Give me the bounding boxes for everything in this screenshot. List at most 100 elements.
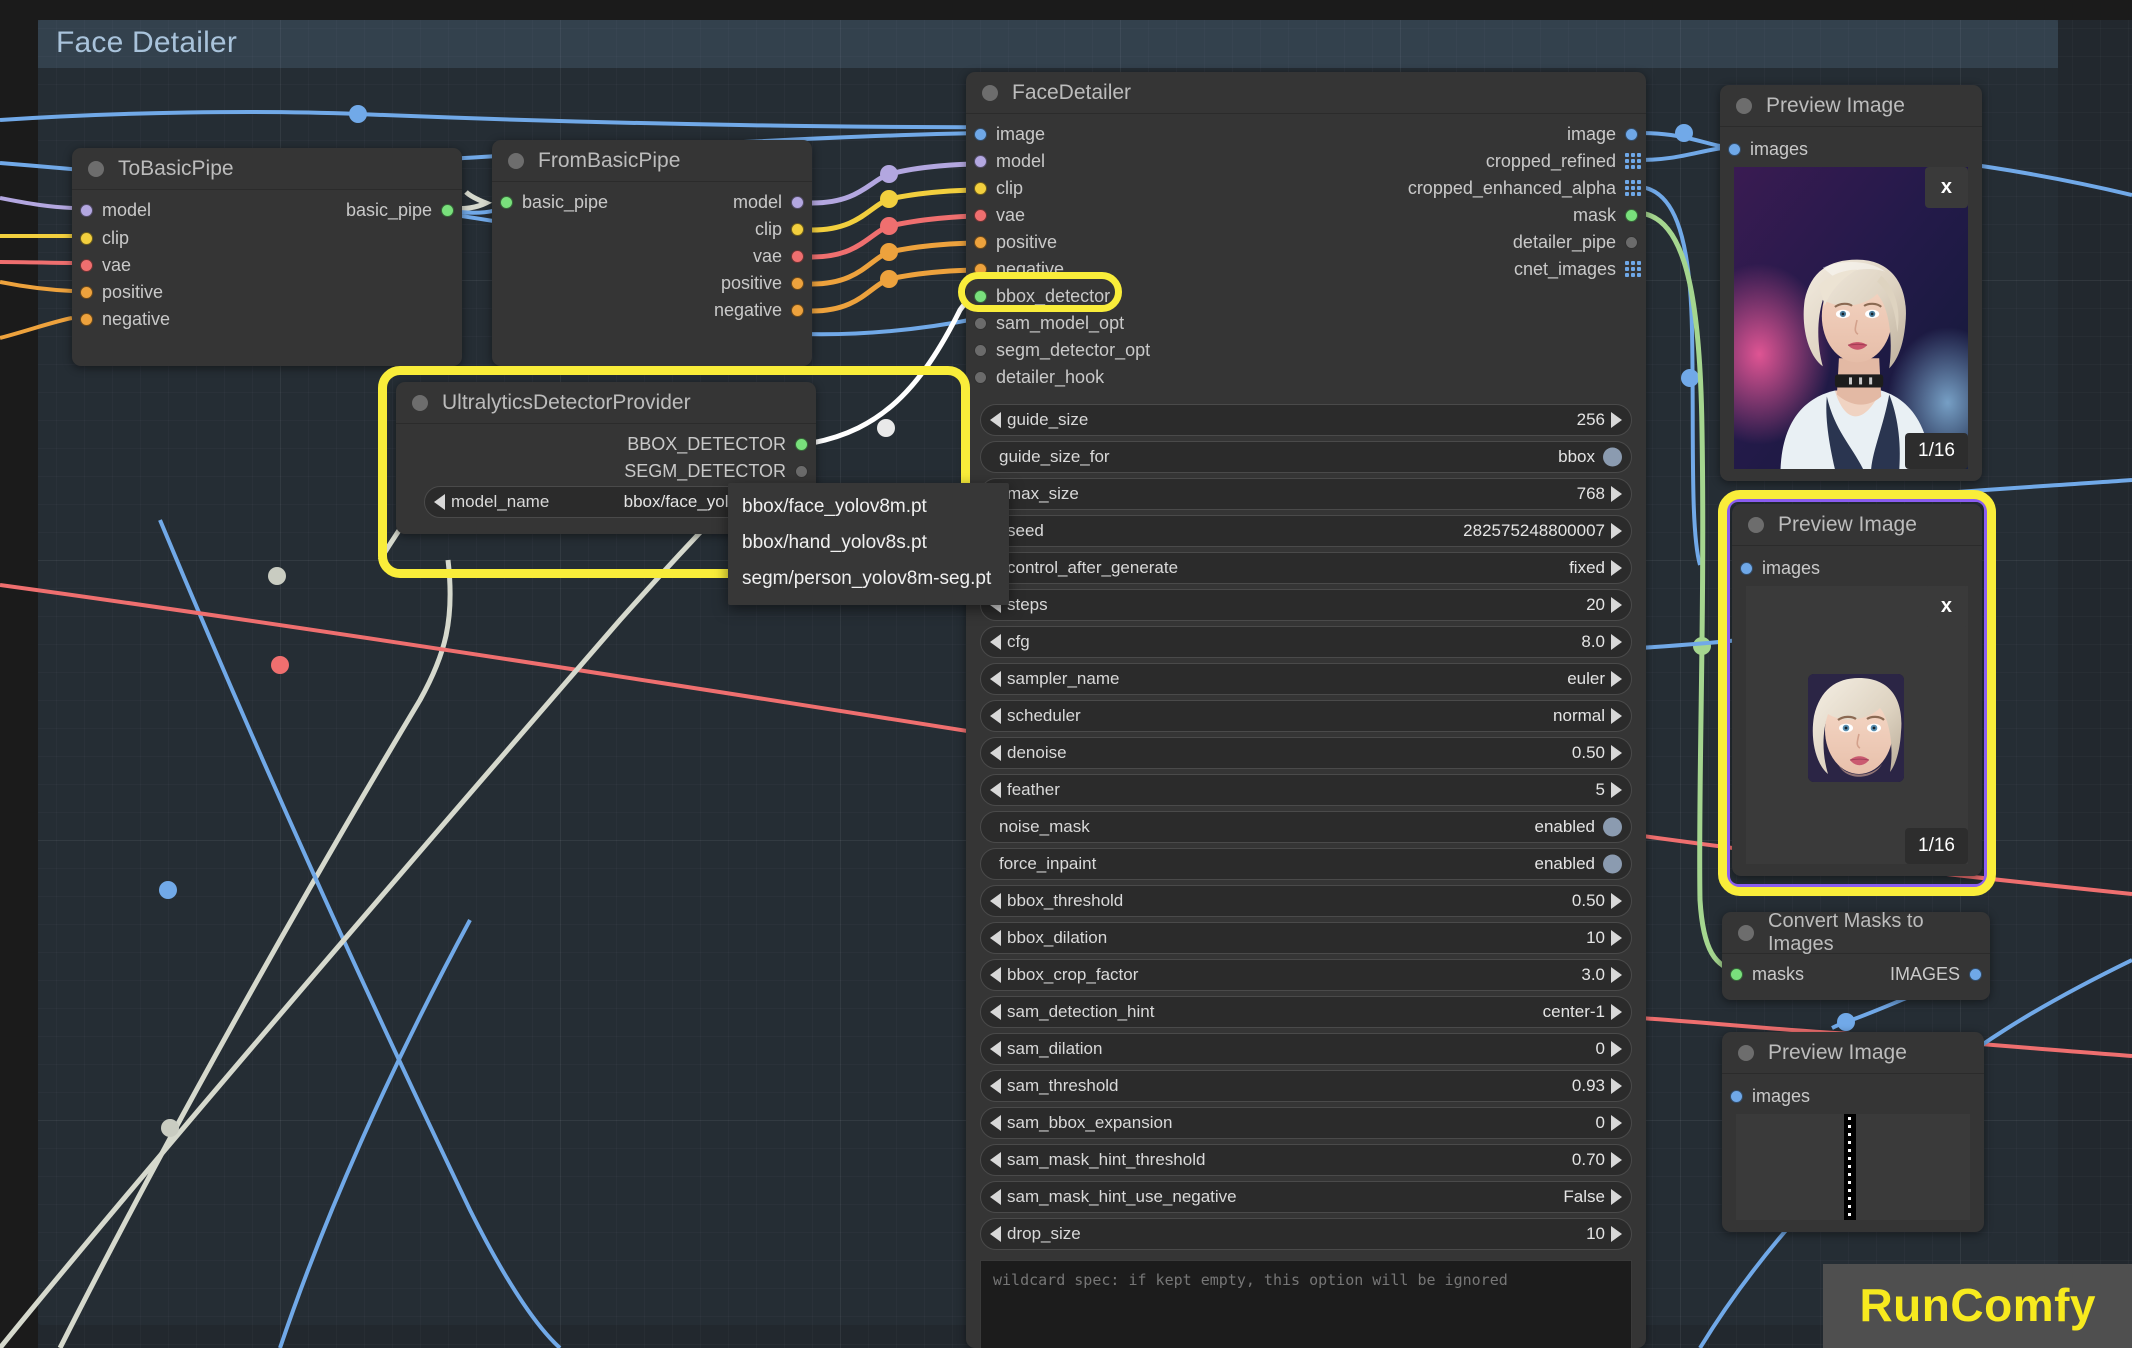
port-dot-vae-out[interactable]: [791, 249, 804, 263]
decrement-arrow-icon[interactable]: [990, 671, 1001, 687]
increment-arrow-icon[interactable]: [1611, 412, 1622, 428]
slot-output-basic-pipe[interactable]: basic_pipe: [72, 196, 462, 224]
widget-seed[interactable]: seed 282575248800007: [980, 515, 1632, 547]
increment-arrow-icon[interactable]: [1611, 486, 1622, 502]
widget-force-inpaint[interactable]: force_inpaint enabled: [980, 848, 1632, 880]
port-dot-image-in[interactable]: [974, 127, 987, 141]
slot-output-vae[interactable]: vae: [492, 242, 812, 270]
node-title-bar[interactable]: Preview Image: [1720, 85, 1982, 127]
dropdown-option-0[interactable]: bbox/face_yolov8m.pt: [728, 489, 1009, 525]
port-dot-model-in[interactable]: [974, 154, 987, 168]
widget-sam-detection-hint[interactable]: sam_detection_hint center-1: [980, 996, 1632, 1028]
port-dot-negative-out[interactable]: [791, 303, 804, 317]
dropdown-option-2[interactable]: segm/person_yolov8m-seg.pt: [728, 561, 1009, 597]
node-collapse-dot[interactable]: [1748, 516, 1764, 533]
node-collapse-dot[interactable]: [982, 84, 998, 101]
increment-arrow-icon[interactable]: [1611, 1078, 1622, 1094]
port-dot-sam-model-opt[interactable]: [974, 316, 987, 330]
slot-input-images[interactable]: images: [1720, 135, 1982, 163]
port-dot-negative[interactable]: [80, 312, 93, 326]
increment-arrow-icon[interactable]: [1611, 560, 1622, 576]
slot-output-positive[interactable]: positive: [492, 269, 812, 297]
slot-output-images[interactable]: IMAGES: [1802, 960, 1990, 988]
node-face-detailer[interactable]: FaceDetailer image model clip vae positi…: [966, 72, 1646, 1348]
widget-sam-mask-hint-threshold[interactable]: sam_mask_hint_threshold 0.70: [980, 1144, 1632, 1176]
wildcard-textarea[interactable]: wildcard spec: if kept empty, this optio…: [980, 1260, 1632, 1348]
port-dot-images-in[interactable]: [1740, 561, 1753, 575]
widget-sam-dilation[interactable]: sam_dilation 0: [980, 1033, 1632, 1065]
port-dot-bbox-detector-in[interactable]: [974, 289, 987, 303]
port-dot-positive-in[interactable]: [974, 235, 987, 249]
decrement-arrow-icon[interactable]: [434, 494, 445, 510]
decrement-arrow-icon[interactable]: [990, 1041, 1001, 1057]
model-name-dropdown-menu[interactable]: bbox/face_yolov8m.pt bbox/hand_yolov8s.p…: [728, 483, 1010, 605]
node-title-bar[interactable]: FromBasicPipe: [492, 140, 812, 182]
node-collapse-dot[interactable]: [1738, 924, 1754, 941]
node-title-bar[interactable]: Convert Masks to Images: [1722, 910, 1990, 955]
port-dot-detailer-pipe-out[interactable]: [1625, 235, 1638, 249]
port-dot-positive-out[interactable]: [791, 276, 804, 290]
increment-arrow-icon[interactable]: [1611, 893, 1622, 909]
widget-guide-size-for[interactable]: guide_size_for bbox: [980, 441, 1632, 473]
preview-image-container[interactable]: x 1/16: [1746, 586, 1968, 864]
increment-arrow-icon[interactable]: [1611, 634, 1622, 650]
toggle-knob-icon[interactable]: [1603, 854, 1622, 874]
slot-input-clip[interactable]: clip: [72, 224, 462, 252]
decrement-arrow-icon[interactable]: [990, 1226, 1001, 1242]
node-collapse-dot[interactable]: [1736, 97, 1752, 114]
node-collapse-dot[interactable]: [1738, 1044, 1754, 1061]
widget-scheduler[interactable]: scheduler normal: [980, 700, 1632, 732]
widget-bbox-crop-factor[interactable]: bbox_crop_factor 3.0: [980, 959, 1632, 991]
slot-input-bbox-detector[interactable]: bbox_detector: [966, 282, 1306, 310]
increment-arrow-icon[interactable]: [1611, 930, 1622, 946]
slot-output-cropped-enhanced-alpha[interactable]: cropped_enhanced_alpha: [1102, 174, 1646, 202]
slot-input-sam-model-opt[interactable]: sam_model_opt: [966, 309, 1306, 337]
port-dot-clip[interactable]: [80, 231, 93, 245]
increment-arrow-icon[interactable]: [1611, 1152, 1622, 1168]
decrement-arrow-icon[interactable]: [990, 1152, 1001, 1168]
widget-max-size[interactable]: max_size 768: [980, 478, 1632, 510]
port-dot-images-out[interactable]: [1969, 967, 1982, 981]
port-dot-basic-pipe[interactable]: [441, 203, 454, 217]
decrement-arrow-icon[interactable]: [990, 893, 1001, 909]
increment-arrow-icon[interactable]: [1611, 1189, 1622, 1205]
toggle-knob-icon[interactable]: [1603, 447, 1622, 467]
increment-arrow-icon[interactable]: [1611, 523, 1622, 539]
slot-input-positive[interactable]: positive: [72, 278, 462, 306]
slot-output-cropped-refined[interactable]: cropped_refined: [1170, 147, 1646, 175]
node-title-bar[interactable]: UltralyticsDetectorProvider: [396, 382, 816, 424]
port-dot-image-out[interactable]: [1625, 127, 1638, 141]
widget-drop-size[interactable]: drop_size 10: [980, 1218, 1632, 1250]
slot-output-clip[interactable]: clip: [492, 215, 812, 243]
preview-image-container[interactable]: [1736, 1114, 1970, 1220]
decrement-arrow-icon[interactable]: [990, 745, 1001, 761]
port-dot-segm-detector-opt[interactable]: [974, 343, 987, 357]
slot-output-negative[interactable]: negative: [492, 296, 812, 324]
slot-input-detailer-hook[interactable]: detailer_hook: [966, 363, 1306, 391]
slot-output-bbox-detector[interactable]: BBOX_DETECTOR: [396, 430, 816, 458]
increment-arrow-icon[interactable]: [1611, 745, 1622, 761]
widget-bbox-threshold[interactable]: bbox_threshold 0.50: [980, 885, 1632, 917]
slot-output-model[interactable]: model: [492, 188, 812, 216]
widget-bbox-dilation[interactable]: bbox_dilation 10: [980, 922, 1632, 954]
node-title-bar[interactable]: Preview Image: [1722, 1032, 1984, 1074]
port-dot-model-out[interactable]: [791, 195, 804, 209]
port-dot-mask-out[interactable]: [1625, 208, 1638, 222]
slot-output-cnet-images[interactable]: cnet_images: [1170, 255, 1646, 283]
node-title-bar[interactable]: Preview Image: [1732, 504, 1982, 546]
widget-cfg[interactable]: cfg 8.0: [980, 626, 1632, 658]
node-title-bar[interactable]: FaceDetailer: [966, 72, 1646, 114]
node-to-basic-pipe[interactable]: ToBasicPipe model basic_pipe clip vae po…: [72, 148, 462, 366]
port-grid-icon-cropped-refined[interactable]: [1625, 153, 1641, 169]
decrement-arrow-icon[interactable]: [990, 1115, 1001, 1131]
port-grid-icon-cropped-enhanced-alpha[interactable]: [1625, 180, 1641, 196]
increment-arrow-icon[interactable]: [1611, 1226, 1622, 1242]
decrement-arrow-icon[interactable]: [990, 708, 1001, 724]
decrement-arrow-icon[interactable]: [990, 1078, 1001, 1094]
port-dot-vae[interactable]: [80, 258, 93, 272]
slot-output-mask[interactable]: mask: [1170, 201, 1646, 229]
slot-output-detailer-pipe[interactable]: detailer_pipe: [1170, 228, 1646, 256]
decrement-arrow-icon[interactable]: [990, 634, 1001, 650]
node-from-basic-pipe[interactable]: FromBasicPipe basic_pipe model clip vae …: [492, 140, 812, 366]
decrement-arrow-icon[interactable]: [990, 1004, 1001, 1020]
